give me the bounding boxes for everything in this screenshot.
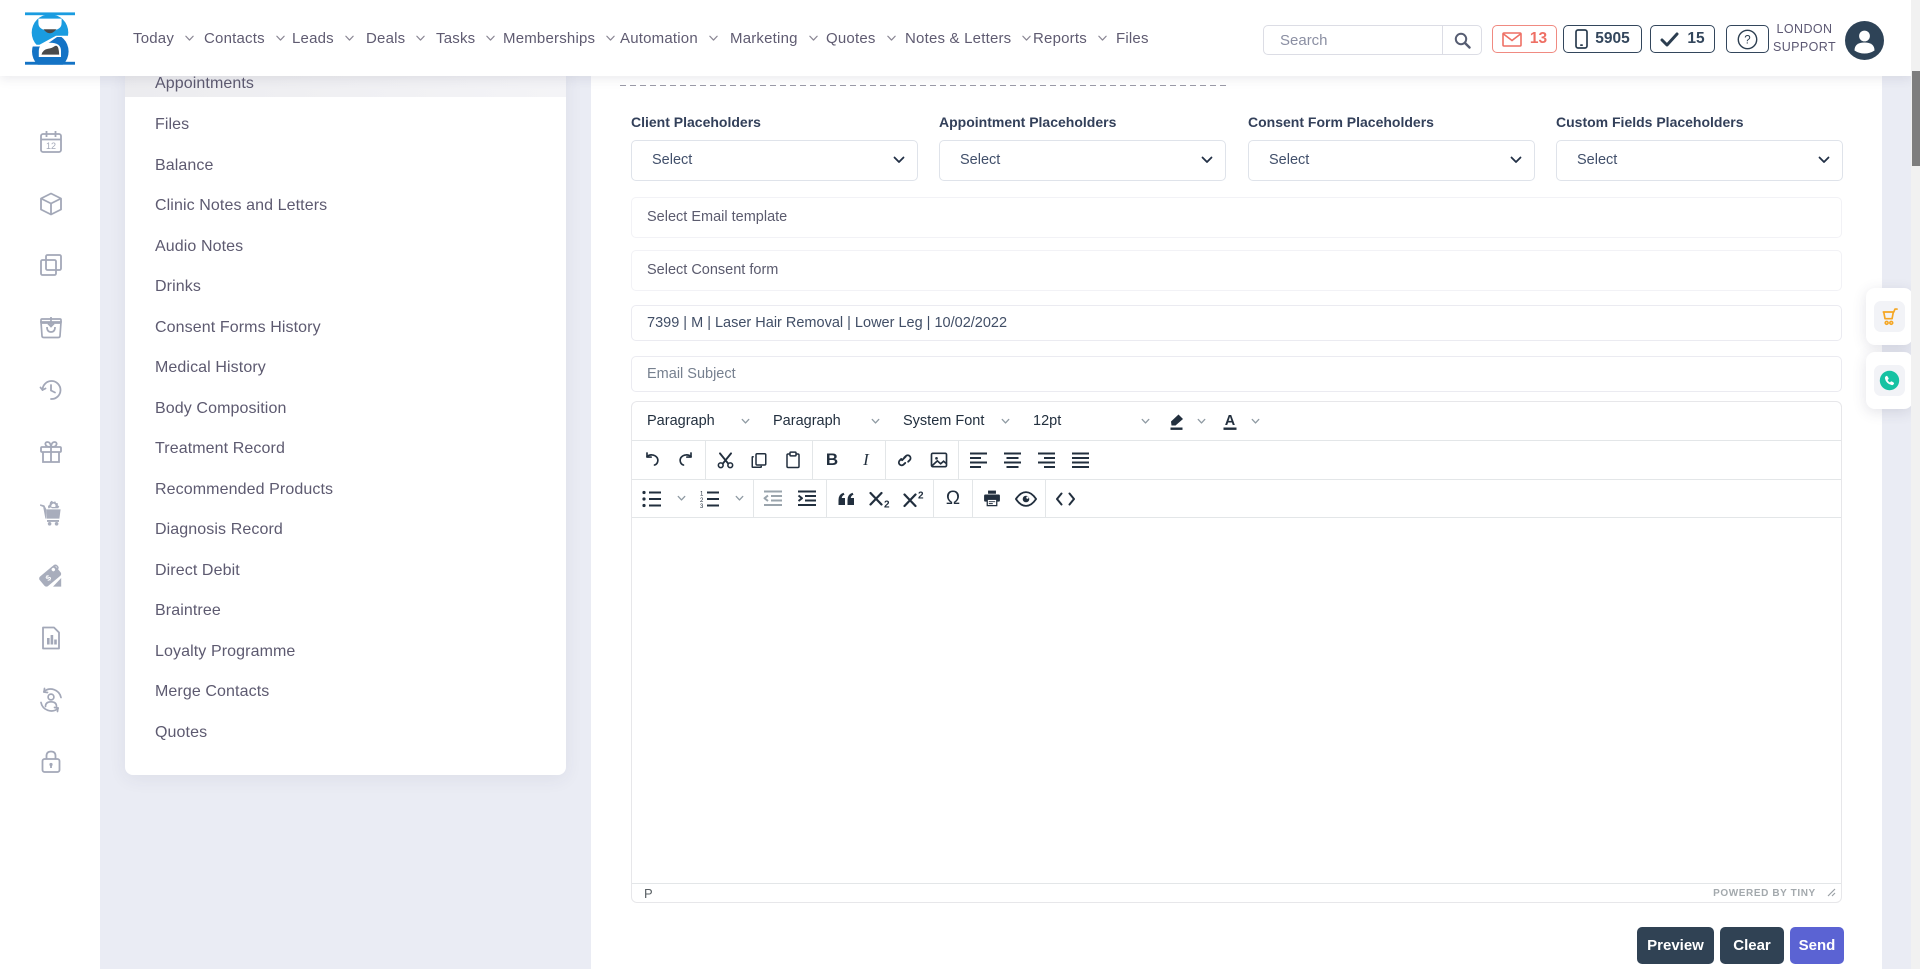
svg-text:2: 2 [918, 490, 924, 501]
svg-text:1: 1 [700, 491, 704, 497]
svg-text:A: A [1225, 413, 1236, 429]
svg-text:2: 2 [884, 499, 890, 508]
svg-text:3: 3 [700, 504, 704, 508]
svg-text:12: 12 [46, 141, 56, 151]
svg-text:?: ? [1744, 34, 1750, 46]
